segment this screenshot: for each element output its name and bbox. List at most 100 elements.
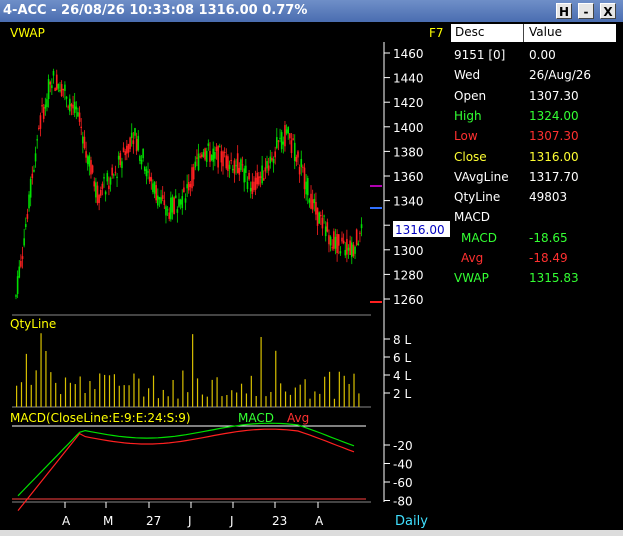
row-desc: 9151 [0] [454, 48, 506, 62]
candle-body [70, 104, 73, 107]
data-row: Low 1307.30 [451, 127, 616, 147]
x-tick-label: J [229, 514, 234, 528]
candle-body [174, 195, 177, 199]
candle-body [349, 240, 351, 255]
volume-bar [275, 350, 277, 407]
candle-body [355, 229, 358, 245]
candle-body [282, 141, 285, 145]
volume-bar [304, 379, 306, 407]
candle-body [254, 177, 257, 190]
period-label[interactable]: Daily [395, 514, 428, 529]
candle-body [324, 226, 327, 237]
candle-body [122, 147, 125, 152]
candle-body [339, 251, 342, 254]
candle-body [207, 143, 210, 146]
volume-bar [284, 391, 287, 407]
candle-body [261, 165, 263, 184]
candle-body [306, 178, 309, 196]
row-value: 49803 [529, 190, 568, 205]
row-desc: QtyLine [454, 190, 501, 205]
title-bar[interactable]: 4-ACC - 26/08/26 10:33:08 1316.00 0.77% … [0, 0, 623, 22]
candle-body [201, 154, 203, 157]
candle-body [217, 145, 219, 168]
candle-body [212, 148, 215, 162]
candle-body [101, 183, 104, 190]
candle-body [316, 207, 319, 226]
candle-body [59, 89, 61, 92]
candle-body [238, 167, 241, 175]
candle-body [189, 184, 192, 188]
candle-body [262, 178, 265, 181]
row-value: -18.49 [529, 251, 568, 265]
volume-bar [221, 396, 223, 407]
qty-tick-label: 2 L [393, 387, 411, 401]
volume-bar [50, 372, 52, 407]
volume-bar [250, 375, 252, 407]
candle-body [331, 247, 334, 249]
candle-body [86, 156, 89, 165]
candle-body [158, 197, 161, 200]
candle-body [256, 172, 259, 185]
candle-body [258, 176, 260, 185]
candle-body [54, 88, 56, 91]
candle-body [337, 234, 340, 246]
volume-bar [99, 373, 101, 407]
candle-body [202, 152, 205, 157]
candle-body [264, 167, 267, 172]
candle-body [269, 156, 272, 164]
candle-body [168, 212, 171, 219]
candle-body [346, 238, 348, 255]
candle-body [160, 197, 162, 204]
volume-bar [196, 378, 199, 407]
candle-body [65, 96, 68, 99]
candle-body [21, 256, 24, 259]
candle-body [135, 139, 138, 152]
candle-body [28, 194, 30, 209]
row-desc: Avg [461, 251, 484, 265]
candle-body [52, 70, 55, 76]
candle-body [228, 164, 231, 170]
candle-body [155, 185, 157, 201]
chart-pane[interactable]: VWAP F7 QtyLine MACD(CloseLine:E:9:E:24:… [4, 22, 450, 530]
candle-body [57, 84, 60, 89]
volume-bar [343, 375, 345, 407]
candle-body [267, 165, 270, 171]
candle-body [117, 155, 120, 160]
candle-body [300, 158, 303, 168]
candle-body [83, 136, 86, 148]
close-button[interactable]: X [600, 3, 616, 19]
volume-bar [40, 333, 42, 407]
help-button[interactable]: H [556, 3, 572, 19]
candle-body [20, 260, 22, 267]
candle-body [308, 199, 311, 203]
candle-body [103, 177, 105, 179]
candle-body [318, 212, 320, 224]
minimize-button[interactable]: - [578, 3, 594, 19]
candle-body [315, 202, 317, 215]
candle-body [329, 236, 332, 246]
candle-body [93, 181, 96, 187]
price-tick-label: 1360 [393, 170, 424, 184]
volume-bar [358, 393, 360, 407]
row-desc: Close [454, 149, 487, 164]
candle-body [134, 128, 136, 136]
macd-tick-label: -80 [393, 495, 413, 509]
candle-body [39, 115, 42, 129]
candle-body [55, 74, 58, 91]
price-chart[interactable]: VWAP F7 QtyLine MACD(CloseLine:E:9:E:24:… [4, 22, 450, 530]
candle-body [77, 112, 79, 117]
candle-body [33, 169, 35, 172]
candle-body [293, 142, 296, 161]
candle-body [223, 151, 226, 153]
candle-body [132, 140, 135, 144]
macd-line [17, 422, 355, 497]
volume-bar [133, 373, 135, 407]
candle-body [179, 199, 182, 205]
row-desc: VWAP [454, 271, 489, 286]
candle-body [210, 154, 213, 161]
price-tick-label: 1280 [393, 268, 424, 282]
candle-body [68, 98, 71, 112]
volume-bar [25, 353, 27, 407]
volume-bar [118, 385, 120, 407]
volume-bar [294, 387, 296, 407]
